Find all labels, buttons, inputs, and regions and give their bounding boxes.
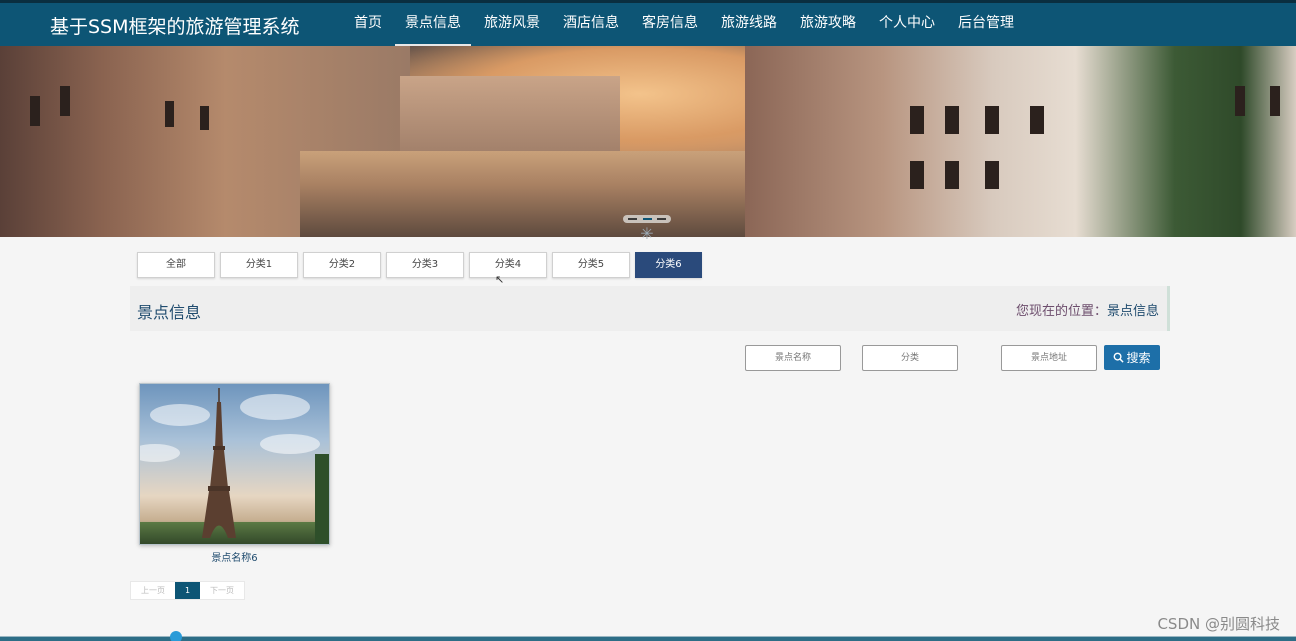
- carousel-dot[interactable]: [657, 218, 666, 220]
- breadcrumb-current[interactable]: 景点信息: [1107, 304, 1159, 319]
- cloud: [140, 444, 180, 462]
- carousel-dot[interactable]: [628, 218, 637, 220]
- category-5-button[interactable]: 分类5: [552, 252, 630, 278]
- nav-item-rooms[interactable]: 客房信息: [632, 3, 708, 46]
- next-page-button[interactable]: 下一页: [200, 582, 244, 599]
- nav-item-guides[interactable]: 旅游攻略: [790, 3, 866, 46]
- breadcrumb-prefix: 您现在的位置：: [1015, 304, 1107, 319]
- category-filter: 全部 分类1 分类2 分类3 分类4 分类5 分类6: [137, 252, 707, 278]
- nav-item-admin[interactable]: 后台管理: [948, 3, 1024, 46]
- banner-window: [1030, 106, 1044, 134]
- nav-item-profile[interactable]: 个人中心: [869, 3, 945, 46]
- category-input[interactable]: [862, 345, 958, 371]
- banner-window: [945, 106, 959, 134]
- banner-window: [165, 101, 174, 127]
- banner-window: [910, 106, 924, 134]
- cloud: [150, 404, 210, 426]
- category-2-button[interactable]: 分类2: [303, 252, 381, 278]
- carousel-dot-active[interactable]: [643, 218, 652, 220]
- nav-item-scenery[interactable]: 旅游风景: [474, 3, 550, 46]
- app-title[interactable]: 基于SSM框架的旅游管理系统: [50, 12, 300, 39]
- bottom-scrollbar[interactable]: [0, 636, 1296, 641]
- category-1-button[interactable]: 分类1: [220, 252, 298, 278]
- category-4-button[interactable]: 分类4: [469, 252, 547, 278]
- eiffel-tower-icon: [202, 388, 236, 538]
- loading-spinner-icon: ✳: [640, 224, 654, 243]
- cloud: [240, 394, 310, 420]
- category-all-button[interactable]: 全部: [137, 252, 215, 278]
- main-nav: 首页 景点信息 旅游风景 酒店信息 客房信息 旅游线路 旅游攻略 个人中心 后台…: [344, 3, 1027, 46]
- banner-window: [985, 161, 999, 189]
- attraction-card-name[interactable]: 景点名称6: [139, 549, 330, 564]
- banner-window: [1270, 86, 1280, 116]
- attraction-name-input[interactable]: [745, 345, 841, 371]
- trees: [315, 454, 329, 544]
- nav-item-hotels[interactable]: 酒店信息: [553, 3, 629, 46]
- pagination: 上一页 1 下一页: [130, 581, 245, 600]
- banner-window: [30, 96, 40, 126]
- top-navbar: 基于SSM框架的旅游管理系统 首页 景点信息 旅游风景 酒店信息 客房信息 旅游…: [0, 0, 1296, 46]
- nav-item-routes[interactable]: 旅游线路: [711, 3, 787, 46]
- scroll-handle[interactable]: [170, 631, 182, 641]
- carousel-indicator[interactable]: [623, 215, 671, 223]
- page-title: 景点信息: [137, 303, 202, 322]
- prev-page-button[interactable]: 上一页: [131, 582, 175, 599]
- category-3-button[interactable]: 分类3: [386, 252, 464, 278]
- attraction-card-image[interactable]: [139, 383, 330, 545]
- search-button-label: 搜索: [1126, 351, 1151, 365]
- breadcrumb: 您现在的位置：景点信息: [1016, 300, 1159, 319]
- attraction-address-input[interactable]: [1001, 345, 1097, 371]
- banner-window: [1235, 86, 1245, 116]
- nav-item-attractions[interactable]: 景点信息: [395, 3, 471, 46]
- banner-window: [60, 86, 70, 116]
- page-header: 景点信息 您现在的位置：景点信息: [130, 286, 1170, 331]
- banner-window: [200, 106, 209, 130]
- search-button[interactable]: 搜索: [1104, 345, 1160, 370]
- search-icon: [1114, 352, 1125, 363]
- banner-window: [945, 161, 959, 189]
- banner-window: [985, 106, 999, 134]
- category-6-button[interactable]: 分类6: [635, 252, 702, 278]
- banner-window: [910, 161, 924, 189]
- watermark: CSDN @别圆科技: [1157, 615, 1280, 633]
- page-number-current[interactable]: 1: [175, 582, 200, 599]
- nav-item-home[interactable]: 首页: [344, 3, 392, 46]
- banner-buildings-right: [745, 46, 1296, 237]
- banner-carousel[interactable]: [0, 46, 1296, 237]
- cloud: [260, 434, 320, 454]
- mouse-cursor-icon: ↖: [495, 273, 505, 286]
